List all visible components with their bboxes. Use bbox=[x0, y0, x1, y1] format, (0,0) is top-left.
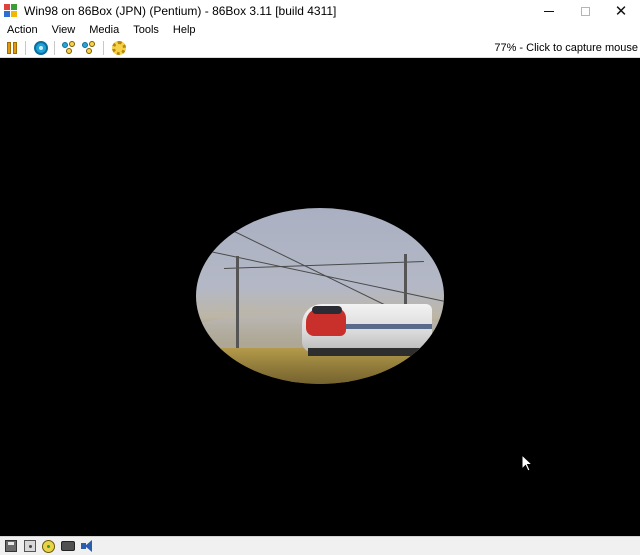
window-title: Win98 on 86Box (JPN) (Pentium) - 86Box 3… bbox=[24, 4, 337, 18]
floppy-35-icon bbox=[23, 540, 36, 552]
menu-view[interactable]: View bbox=[45, 23, 83, 37]
toolbar-separator bbox=[25, 40, 26, 55]
status-bar bbox=[0, 536, 640, 555]
hard-disk-button[interactable] bbox=[60, 539, 75, 553]
hard-reset-icon bbox=[34, 40, 48, 55]
emulator-screen[interactable] bbox=[0, 58, 640, 536]
ctrl-alt-esc-icon bbox=[82, 40, 98, 56]
close-icon: ✕ bbox=[614, 2, 628, 20]
86box-app-icon[interactable] bbox=[3, 3, 19, 19]
cdrom-icon bbox=[42, 539, 55, 553]
floppy-35-button[interactable] bbox=[22, 539, 37, 553]
cdrom-button[interactable] bbox=[41, 539, 56, 553]
menu-help[interactable]: Help bbox=[166, 23, 203, 37]
floppy-525-button[interactable] bbox=[3, 539, 18, 553]
train-image bbox=[302, 298, 432, 360]
menu-tools[interactable]: Tools bbox=[126, 23, 166, 37]
title-bar[interactable]: Win98 on 86Box (JPN) (Pentium) - 86Box 3… bbox=[0, 0, 640, 22]
maximize-button[interactable] bbox=[566, 0, 604, 22]
toolbar-separator bbox=[103, 40, 104, 55]
ctrl-alt-del-icon bbox=[62, 40, 78, 56]
minimize-icon bbox=[544, 10, 554, 12]
sound-icon bbox=[80, 539, 94, 553]
ctrl-alt-del-button[interactable] bbox=[61, 39, 79, 57]
floppy-525-icon bbox=[4, 540, 17, 552]
pause-button[interactable] bbox=[3, 39, 21, 57]
toolbar: 77% - Click to capture mouse bbox=[0, 38, 640, 58]
pause-icon bbox=[6, 41, 18, 54]
menu-media[interactable]: Media bbox=[82, 23, 126, 37]
mouse-capture-status[interactable]: 77% - Click to capture mouse bbox=[494, 38, 638, 58]
sound-button[interactable] bbox=[79, 539, 94, 553]
mouse-cursor-icon bbox=[521, 454, 533, 472]
video-playback bbox=[196, 208, 444, 384]
menu-action[interactable]: Action bbox=[0, 23, 45, 37]
app-window: Win98 on 86Box (JPN) (Pentium) - 86Box 3… bbox=[0, 0, 640, 555]
hard-disk-icon bbox=[60, 541, 75, 551]
settings-button[interactable] bbox=[110, 39, 128, 57]
close-button[interactable]: ✕ bbox=[602, 0, 640, 22]
maximize-icon bbox=[580, 6, 590, 16]
toolbar-separator bbox=[54, 40, 55, 55]
settings-icon bbox=[112, 40, 126, 55]
hard-reset-button[interactable] bbox=[32, 39, 50, 57]
menu-bar: Action View Media Tools Help bbox=[0, 22, 640, 38]
minimize-button[interactable] bbox=[530, 0, 568, 22]
ctrl-alt-esc-button[interactable] bbox=[81, 39, 99, 57]
